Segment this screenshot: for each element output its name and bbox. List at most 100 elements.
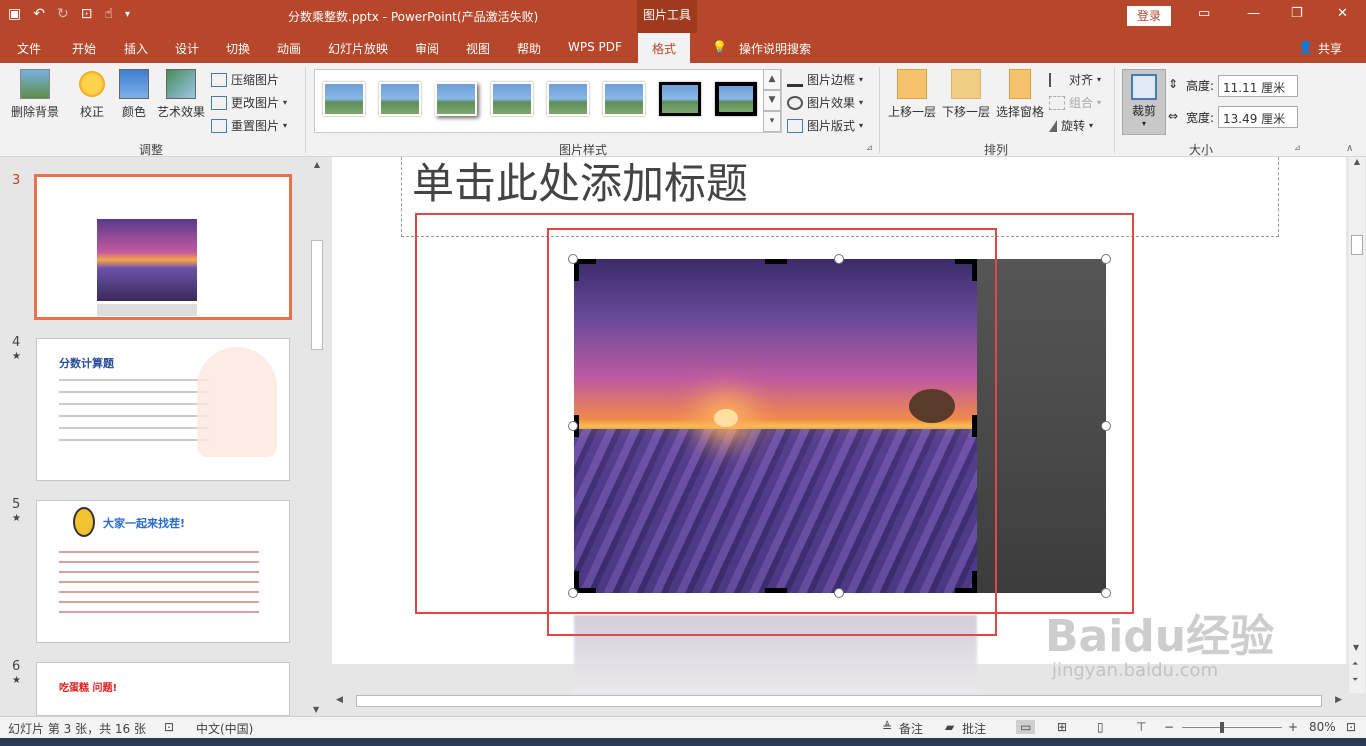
tab-slideshow[interactable]: 幻灯片放映 [328, 40, 388, 57]
group-button[interactable]: 组合 ▾ [1049, 94, 1101, 111]
comments-button[interactable]: 批注 [962, 720, 986, 737]
group-separator [879, 67, 880, 153]
chevron-down-icon: ▾ [283, 121, 288, 130]
next-slide-icon[interactable]: ⏷ [1352, 675, 1358, 685]
undo-icon[interactable]: ↶ [33, 6, 45, 22]
bring-forward-button[interactable]: 上移一层 [886, 69, 938, 120]
scroll-left-icon[interactable]: ◀ [336, 695, 343, 705]
artistic-effects-button[interactable]: 艺术效果 [155, 69, 207, 120]
baidu-watermark-url: jingyan.baidu.com [1052, 660, 1219, 681]
zoom-in-icon[interactable]: + [1288, 720, 1298, 734]
customize-qat-icon[interactable]: ▾ [125, 9, 130, 20]
color-button[interactable]: 颜色 [116, 69, 152, 120]
close-icon[interactable]: ✕ [1337, 6, 1348, 21]
dialog-launcher-icon[interactable]: ⊿ [1294, 143, 1301, 152]
dialog-launcher-icon[interactable]: ⊿ [866, 143, 873, 152]
quick-access-toolbar: ▣ ↶ ↻ ⊡ ☝ ▾ [8, 6, 130, 22]
present-icon[interactable]: ⊡ [81, 6, 93, 22]
picture-effects-button[interactable]: 图片效果 ▾ [787, 94, 863, 111]
notes-button[interactable]: 备注 [899, 720, 923, 737]
spell-check-icon[interactable]: ⊡ [164, 720, 174, 734]
ribbon-display-icon[interactable]: ▭ [1198, 6, 1210, 21]
slide-thumbnail-4[interactable]: 分数计算题 [36, 338, 290, 481]
height-input[interactable]: 11.11 厘米 [1218, 75, 1298, 97]
slide-thumbnail-6[interactable]: 吃蛋糕 问题! [36, 662, 290, 716]
minimize-icon[interactable]: — [1247, 6, 1260, 21]
scroll-up-icon[interactable]: ▲ [1349, 157, 1365, 166]
zoom-slider-thumb[interactable] [1220, 722, 1224, 733]
tab-wps-pdf[interactable]: WPS PDF [568, 40, 622, 54]
maximize-icon[interactable]: ❐ [1291, 6, 1303, 21]
tab-format[interactable]: 格式 [638, 33, 691, 63]
scroll-down-icon[interactable]: ▼ [313, 705, 319, 714]
scrollbar-thumb[interactable] [311, 240, 323, 350]
scroll-right-icon[interactable]: ▶ [1335, 695, 1342, 705]
editor-scrollbar[interactable]: ▲ ▼ ⏶ ⏷ [1349, 157, 1365, 693]
slide-thumbnail-5[interactable]: 大家一起来找茬! [36, 500, 290, 643]
fit-to-window-icon[interactable]: ⊡ [1346, 720, 1356, 734]
picture-style-3[interactable] [435, 82, 477, 116]
slide-number: 3 [12, 173, 21, 188]
picture-style-1[interactable] [323, 82, 365, 116]
picture-style-2[interactable] [379, 82, 421, 116]
tab-design[interactable]: 设计 [175, 40, 199, 57]
annotation-box-inner [547, 228, 997, 636]
zoom-out-icon[interactable]: − [1164, 720, 1174, 734]
tab-home[interactable]: 开始 [72, 40, 96, 57]
chevron-down-icon: ▾ [1141, 119, 1146, 128]
reading-view-icon[interactable]: ▯ [1097, 720, 1104, 734]
prev-slide-icon[interactable]: ⏶ [1352, 659, 1358, 669]
zoom-slider[interactable] [1182, 722, 1282, 733]
rotate-button[interactable]: 旋转 ▾ [1049, 117, 1093, 134]
thumbnail-scrollbar[interactable]: ▲ ▼ [309, 160, 325, 716]
collapse-ribbon-icon[interactable]: ∧ [1346, 143, 1353, 154]
editor-hscrollbar[interactable]: ◀ ▶ [332, 693, 1346, 710]
change-picture-button[interactable]: 更改图片 ▾ [211, 94, 287, 111]
send-backward-button[interactable]: 下移一层 [940, 69, 992, 120]
normal-view-icon[interactable]: ▭ [1016, 720, 1036, 734]
login-button[interactable]: 登录 [1127, 6, 1171, 26]
align-button[interactable]: 对齐 ▾ [1049, 71, 1101, 88]
size-group-label: 大小 [1189, 143, 1214, 157]
tell-me-search[interactable]: 操作说明搜索 [739, 40, 811, 57]
picture-style-7[interactable] [659, 82, 701, 116]
zoom-level[interactable]: 80% [1309, 720, 1336, 734]
corrections-button[interactable]: 校正 [72, 69, 112, 120]
picture-layout-button[interactable]: 图片版式 ▾ [787, 117, 863, 134]
tab-transitions[interactable]: 切换 [226, 40, 250, 57]
send-backward-icon [951, 69, 981, 99]
picture-style-8[interactable] [715, 82, 757, 116]
crop-button[interactable]: 裁剪 ▾ [1122, 69, 1166, 135]
reset-picture-button[interactable]: 重置图片 ▾ [211, 117, 287, 134]
compress-pictures-button[interactable]: 压缩图片 [211, 71, 279, 88]
tab-animations[interactable]: 动画 [277, 40, 301, 57]
picture-border-button[interactable]: 图片边框 ▾ [787, 71, 863, 88]
remove-background-button[interactable]: 删除背景 [8, 69, 62, 120]
picture-style-5[interactable] [547, 82, 589, 116]
scroll-down-icon[interactable]: ▼ [1353, 643, 1359, 652]
touch-mode-icon[interactable]: ☝ [104, 6, 113, 22]
width-input[interactable]: 13.49 厘米 [1218, 106, 1298, 128]
redo-icon[interactable]: ↻ [57, 6, 69, 22]
chevron-down-icon: ▾ [1097, 75, 1102, 84]
gallery-more-icon[interactable]: ▾ [763, 111, 781, 132]
gallery-down-icon[interactable]: ▼ [763, 90, 781, 111]
hscrollbar-thumb[interactable] [356, 695, 1322, 707]
tab-insert[interactable]: 插入 [124, 40, 148, 57]
tab-help[interactable]: 帮助 [517, 40, 541, 57]
save-icon[interactable]: ▣ [8, 6, 21, 22]
tab-file[interactable]: 文件 [17, 40, 41, 57]
gallery-up-icon[interactable]: ▲ [763, 69, 781, 90]
share-button[interactable]: 共享 [1318, 40, 1342, 57]
selection-pane-button[interactable]: 选择窗格 [994, 69, 1046, 120]
scrollbar-thumb[interactable] [1351, 235, 1363, 255]
language-indicator[interactable]: 中文(中国) [196, 720, 253, 737]
picture-style-6[interactable] [603, 82, 645, 116]
tab-review[interactable]: 审阅 [415, 40, 439, 57]
picture-style-4[interactable] [491, 82, 533, 116]
slide-thumbnail-3[interactable] [34, 174, 292, 320]
tab-view[interactable]: 视图 [466, 40, 490, 57]
slide-sorter-icon[interactable]: ⊞ [1057, 720, 1067, 734]
slideshow-view-icon[interactable]: ⊤ [1136, 720, 1146, 734]
scroll-up-icon[interactable]: ▲ [309, 160, 325, 169]
